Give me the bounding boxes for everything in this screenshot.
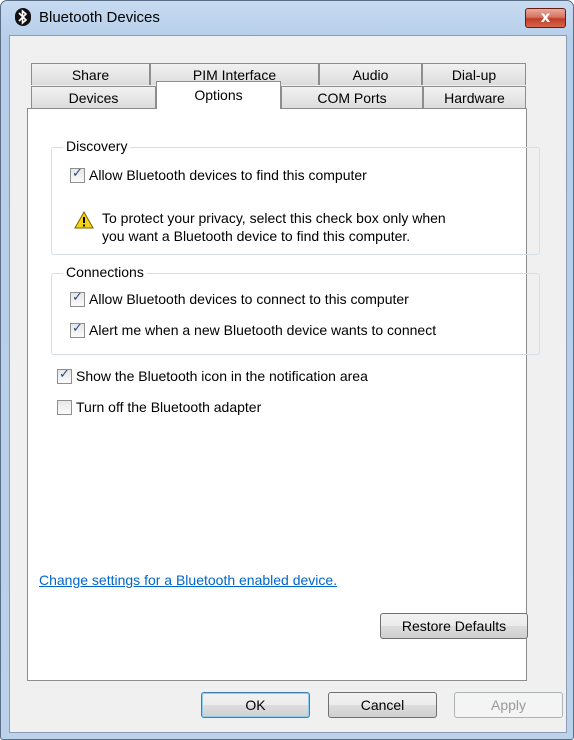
allow-connect-checkbox-row[interactable]: ✓ Allow Bluetooth devices to connect to … xyxy=(70,289,409,307)
alert-checkbox-row[interactable]: ✓ Alert me when a new Bluetooth device w… xyxy=(70,320,437,338)
allow-find-checkbox-row[interactable]: ✓ Allow Bluetooth devices to find this c… xyxy=(70,165,367,183)
connections-group: Connections ✓ Allow Bluetooth devices to… xyxy=(51,264,540,355)
allow-connect-checkbox[interactable]: ✓ xyxy=(70,289,85,307)
bluetooth-devices-dialog: Bluetooth Devices x Share PIM Interface … xyxy=(0,0,574,740)
turn-off-label: Turn off the Bluetooth adapter xyxy=(76,399,262,415)
allow-connect-label: Allow Bluetooth devices to connect to th… xyxy=(89,291,409,307)
ok-button[interactable]: OK xyxy=(201,692,310,718)
close-icon: x xyxy=(540,8,551,26)
tab-audio[interactable]: Audio xyxy=(319,63,422,85)
bluetooth-icon xyxy=(15,8,31,26)
options-panel: Discovery ✓ Allow Bluetooth devices to f… xyxy=(27,108,540,681)
connections-group-title: Connections xyxy=(63,264,147,280)
tab-options[interactable]: Options xyxy=(156,81,281,109)
alert-checkbox[interactable]: ✓ xyxy=(70,320,85,338)
turn-off-checkbox[interactable] xyxy=(57,399,72,415)
checkmark-icon: ✓ xyxy=(72,165,83,181)
tab-label: Audio xyxy=(352,67,389,83)
privacy-warning-line-2: you want a Bluetooth device to find this… xyxy=(102,228,411,244)
tab-dial-up[interactable]: Dial-up xyxy=(422,63,526,85)
tab-devices[interactable]: Devices xyxy=(31,86,156,108)
window-title: Bluetooth Devices xyxy=(39,9,160,26)
allow-find-checkbox[interactable]: ✓ xyxy=(70,165,85,183)
alert-label: Alert me when a new Bluetooth device wan… xyxy=(89,322,437,338)
warning-icon xyxy=(74,211,94,229)
tab-label: Options xyxy=(194,87,243,103)
cancel-button[interactable]: Cancel xyxy=(328,692,437,718)
checkmark-icon: ✓ xyxy=(59,366,70,382)
show-icon-label: Show the Bluetooth icon in the notificat… xyxy=(76,368,368,384)
tab-label: Dial-up xyxy=(451,67,497,83)
dialog-client-area: Share PIM Interface Audio Dial-up Device… xyxy=(9,35,567,733)
discovery-group-title: Discovery xyxy=(63,138,131,154)
tab-com-ports[interactable]: COM Ports xyxy=(281,86,423,108)
checkmark-icon: ✓ xyxy=(72,320,83,336)
tab-hardware[interactable]: Hardware xyxy=(423,86,526,108)
checkmark-icon: ✓ xyxy=(72,289,83,305)
tab-label: Devices xyxy=(68,90,119,106)
close-button[interactable]: x xyxy=(525,8,566,28)
show-icon-checkbox-row[interactable]: ✓ Show the Bluetooth icon in the notific… xyxy=(57,366,368,384)
privacy-warning-line-1: To protect your privacy, select this che… xyxy=(102,210,446,226)
discovery-group: Discovery ✓ Allow Bluetooth devices to f… xyxy=(51,138,540,255)
apply-button[interactable]: Apply xyxy=(454,692,563,718)
tab-label: COM Ports xyxy=(317,90,387,106)
title-bar[interactable]: Bluetooth Devices x xyxy=(1,1,573,33)
tab-label: Share xyxy=(71,67,110,83)
change-settings-link[interactable]: Change settings for a Bluetooth enabled … xyxy=(39,572,337,588)
turn-off-checkbox-row[interactable]: Turn off the Bluetooth adapter xyxy=(57,399,261,415)
tab-share[interactable]: Share xyxy=(31,63,150,85)
restore-defaults-button[interactable]: Restore Defaults xyxy=(380,613,528,639)
allow-find-label: Allow Bluetooth devices to find this com… xyxy=(89,167,367,183)
show-icon-checkbox[interactable]: ✓ xyxy=(57,366,72,384)
tab-label: Hardware xyxy=(444,90,505,106)
